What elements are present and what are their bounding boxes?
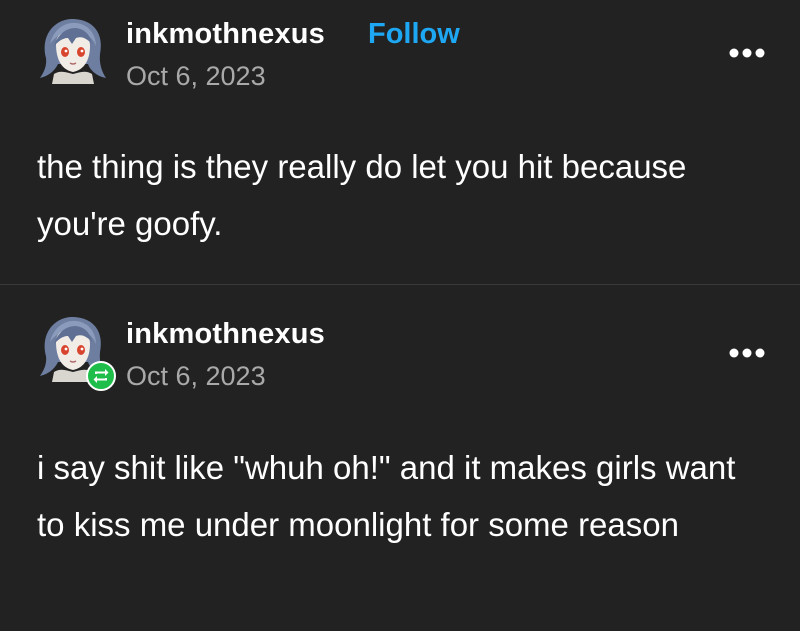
reblog-icon (86, 361, 116, 391)
post-body: i say shit like "whuh oh!" and it makes … (37, 449, 736, 543)
post-body: the thing is they really do let you hit … (37, 148, 687, 242)
username[interactable]: inkmothnexus (126, 17, 325, 51)
more-options-icon[interactable] (727, 346, 767, 360)
avatar[interactable] (36, 14, 108, 86)
post-original: inkmothnexus Follow Oct 6, 2023 the thin… (0, 0, 800, 284)
post-date: Oct 6, 2023 (126, 61, 266, 91)
more-options-icon[interactable] (727, 46, 767, 60)
username[interactable]: inkmothnexus (126, 317, 325, 351)
post-reblog: inkmothnexus Oct 6, 2023 i say shit like… (0, 285, 800, 631)
follow-button[interactable]: Follow (368, 17, 460, 51)
post-date: Oct 6, 2023 (126, 361, 266, 391)
